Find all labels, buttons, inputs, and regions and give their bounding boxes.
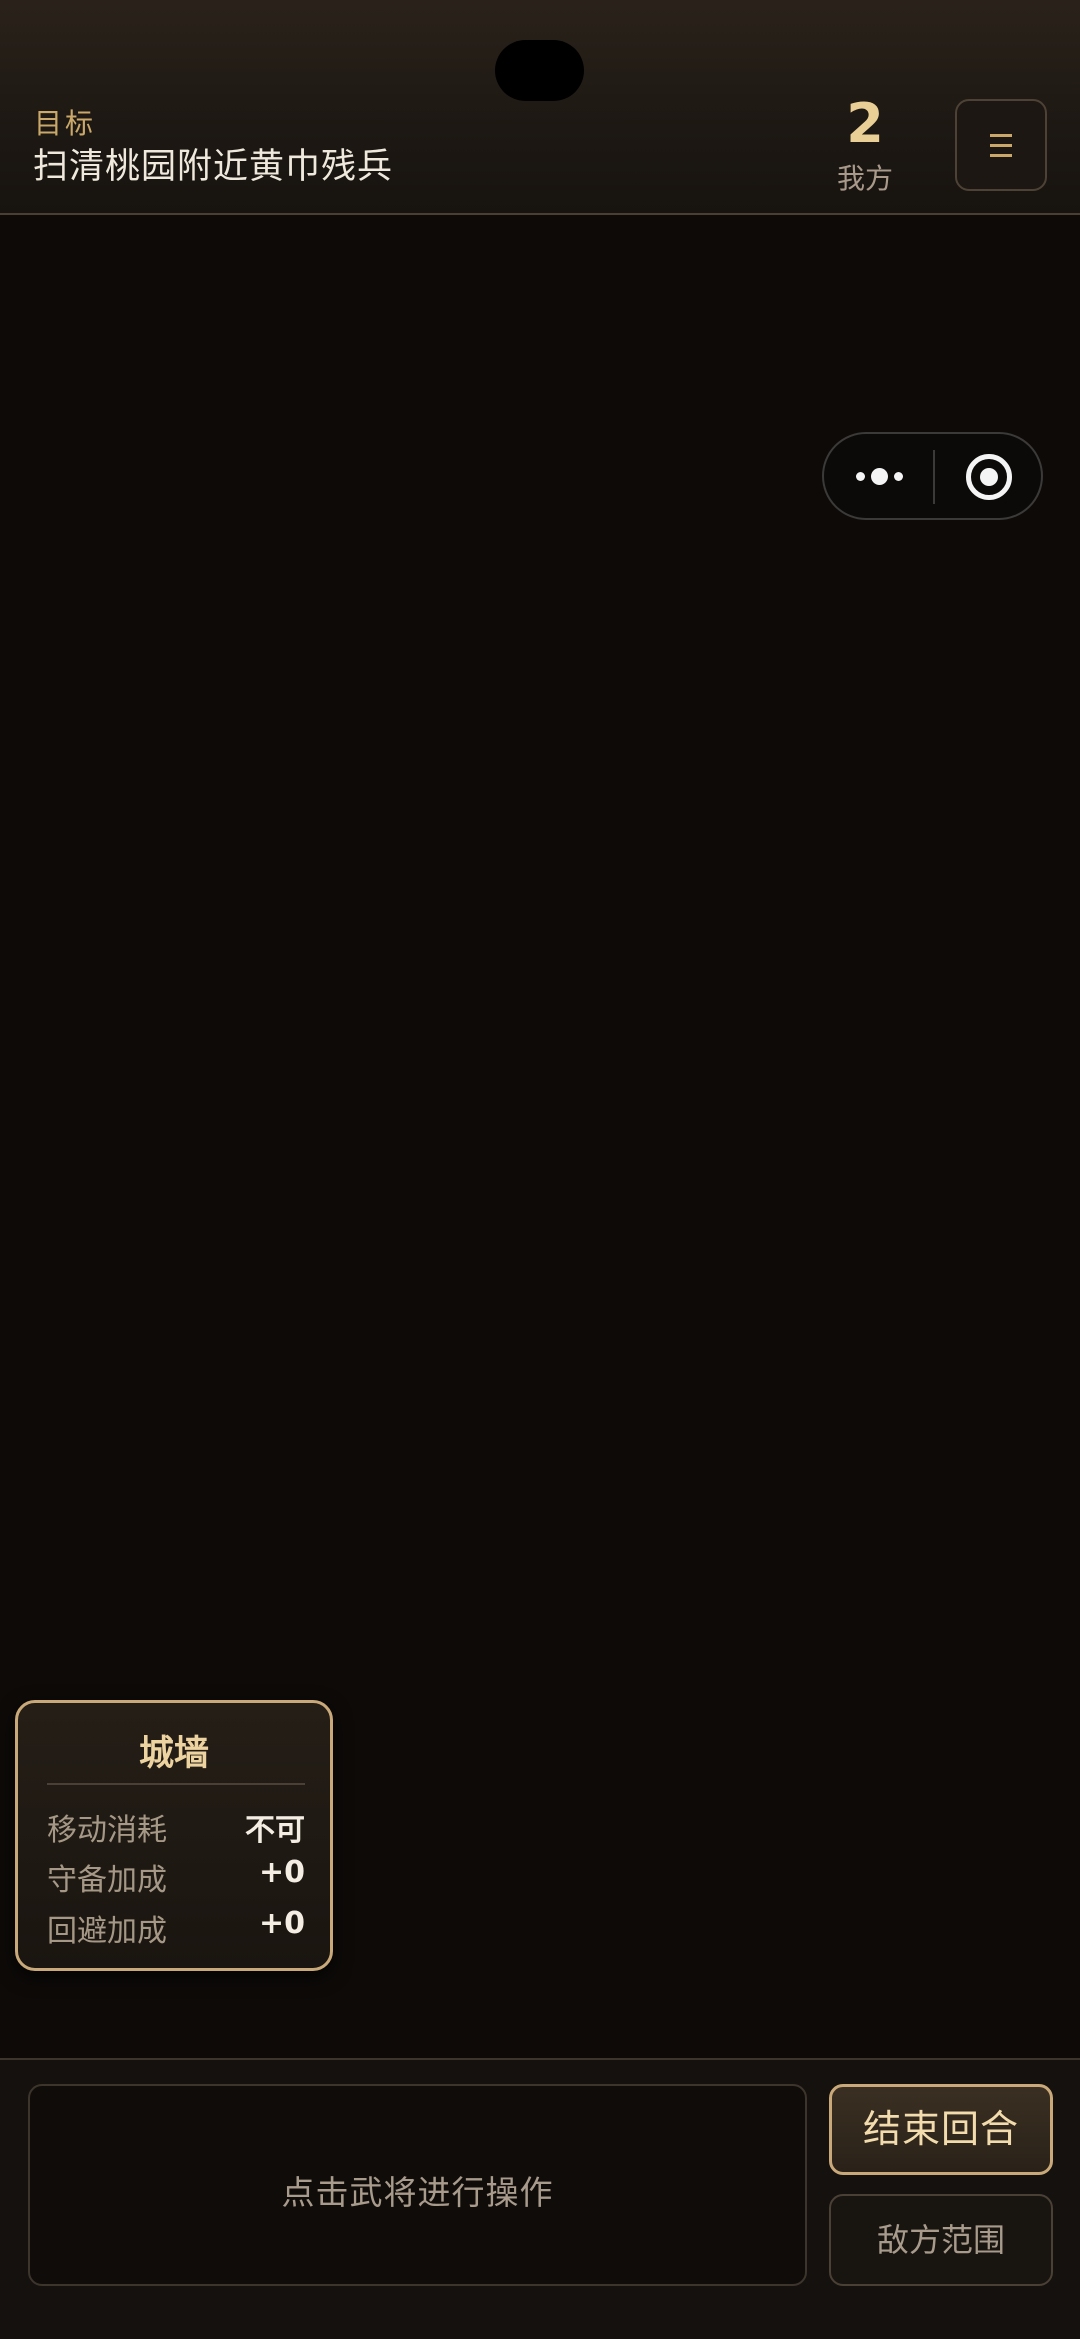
game-screen: 目标 扫清桃园附近黄巾残兵 2 我方 城墙 移动消耗 不可 守备加成 +0 回避… bbox=[0, 0, 1080, 2339]
terrain-row-label: 守备加成 bbox=[47, 1863, 167, 1898]
turn-side-label: 我方 bbox=[836, 162, 893, 195]
terrain-row-label: 移动消耗 bbox=[47, 1813, 167, 1848]
terrain-divider bbox=[47, 1783, 305, 1785]
camera-notch bbox=[495, 40, 584, 101]
terrain-row-label: 回避加成 bbox=[47, 1914, 167, 1949]
action-hint-panel: 点击武将进行操作 bbox=[28, 2084, 807, 2286]
close-target-icon[interactable] bbox=[966, 454, 1012, 500]
menu-button[interactable] bbox=[955, 99, 1047, 191]
terrain-name: 城墙 bbox=[138, 1734, 209, 1774]
mini-program-capsule bbox=[822, 432, 1043, 520]
terrain-row-move-cost: 移动消耗 不可 bbox=[47, 1805, 305, 1848]
enemy-range-button[interactable]: 敌方范围 bbox=[829, 2194, 1053, 2286]
terrain-info-card: 城墙 移动消耗 不可 守备加成 +0 回避加成 +0 bbox=[15, 1700, 333, 1971]
capsule-divider bbox=[933, 450, 935, 504]
action-hint-text: 点击武将进行操作 bbox=[281, 2173, 554, 2212]
bottom-action-bar: 点击武将进行操作 结束回合 敌方范围 bbox=[0, 2058, 1080, 2339]
terrain-row-value: +0 bbox=[258, 1906, 305, 1941]
terrain-row-value: +0 bbox=[258, 1855, 305, 1890]
terrain-row-evasion-bonus: 回避加成 +0 bbox=[47, 1906, 305, 1949]
top-header: 目标 扫清桃园附近黄巾残兵 2 我方 bbox=[0, 0, 1080, 215]
objective-label: 目标 bbox=[34, 107, 97, 140]
more-dots-icon[interactable] bbox=[854, 460, 924, 494]
hamburger-menu-icon bbox=[990, 132, 1012, 158]
terrain-row-value: 不可 bbox=[245, 1813, 305, 1848]
turn-number: 2 bbox=[846, 92, 884, 155]
terrain-row-defense-bonus: 守备加成 +0 bbox=[47, 1855, 305, 1898]
objective-text: 扫清桃园附近黄巾残兵 bbox=[33, 147, 394, 187]
end-turn-button[interactable]: 结束回合 bbox=[829, 2084, 1053, 2175]
